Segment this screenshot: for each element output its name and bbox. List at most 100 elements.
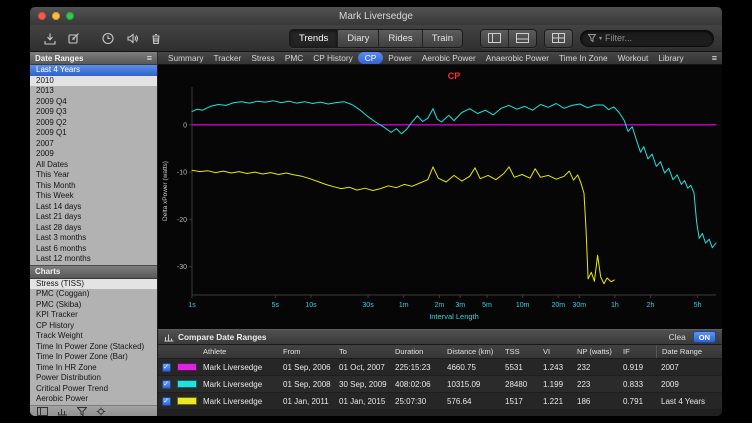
cp-chart[interactable]: 0-10-20-30Delta xPower (watts)1s5s10s30s… [158, 65, 722, 329]
view-tab-train[interactable]: Train [423, 30, 462, 47]
date-range-item[interactable]: 2009 Q3 [30, 107, 157, 118]
date-range-item[interactable]: Last 4 Years [30, 65, 157, 76]
distance-cell: 576.64 [444, 397, 502, 406]
date-range-item[interactable]: 2009 Q1 [30, 128, 157, 139]
chart-list-item[interactable]: PMC (Coggan) [30, 289, 157, 300]
date-range-item[interactable]: Last 3 months [30, 233, 157, 244]
tab-anaerobic-power[interactable]: Anaerobic Power [481, 52, 554, 64]
series-color-swatch [177, 397, 197, 405]
date-range-item[interactable]: 2009 Q2 [30, 118, 157, 129]
date-range-item[interactable]: Last 6 months [30, 244, 157, 255]
date-range-item[interactable]: 2010 [30, 76, 157, 87]
chart-tab-bar: SummaryTrackerStressPMCCP HistoryCPPower… [158, 52, 722, 65]
table-row[interactable]: ✓Mark Liversedge01 Sep, 200601 Oct, 2007… [158, 359, 722, 376]
compare-controls: Clea ON [669, 331, 716, 343]
date-range-item[interactable]: 2009 Q4 [30, 97, 157, 108]
checkbox-icon[interactable]: ✓ [162, 363, 171, 372]
tab-pmc[interactable]: PMC [280, 52, 308, 64]
filter-icon[interactable] [77, 407, 87, 416]
tab-summary[interactable]: Summary [163, 52, 209, 64]
x-tick-label: 3m [455, 302, 465, 309]
checkbox-icon[interactable]: ✓ [162, 397, 171, 406]
chart-list-item[interactable]: Aerobic Power [30, 394, 157, 405]
filter-funnel-icon [588, 34, 596, 42]
chart-list-item[interactable]: Track Weight [30, 331, 157, 342]
compose-button[interactable] [62, 29, 86, 48]
view-tab-diary[interactable]: Diary [338, 30, 379, 47]
date-range-item[interactable]: This Week [30, 191, 157, 202]
x-tick-label: 20m [551, 302, 565, 309]
distance-cell: 10315.09 [444, 380, 502, 389]
tile-switcher [544, 29, 573, 48]
cp-chart-canvas: 0-10-20-30Delta xPower (watts)1s5s10s30s… [158, 65, 722, 329]
checkbox-icon[interactable]: ✓ [162, 380, 171, 389]
if-cell: 0.833 [620, 380, 656, 389]
filter-field[interactable]: ▾ [580, 30, 714, 47]
date-range-item[interactable]: Last 12 months [30, 254, 157, 265]
tab-power[interactable]: Power [383, 52, 417, 64]
title-bar[interactable]: Mark Liversedge [30, 7, 722, 26]
minimize-window-button[interactable] [52, 12, 60, 20]
stack-view-button[interactable] [509, 30, 536, 47]
filter-input[interactable] [605, 33, 706, 43]
split-view-button[interactable] [481, 30, 509, 47]
compare-table-body: ✓Mark Liversedge01 Sep, 200601 Oct, 2007… [158, 359, 722, 410]
tab-aerobic-power[interactable]: Aerobic Power [417, 52, 481, 64]
delete-button[interactable] [144, 29, 168, 48]
table-row[interactable]: ✓Mark Liversedge01 Jan, 201101 Jan, 2015… [158, 393, 722, 410]
import-button[interactable] [38, 29, 62, 48]
duration-cell: 25:07:30 [392, 397, 444, 406]
chart-list-item[interactable]: KPI Tracker [30, 310, 157, 321]
toolbar-right-group: ▾ [480, 29, 714, 48]
view-tab-rides[interactable]: Rides [379, 30, 422, 47]
chart-list-item[interactable]: Time In HR Zone [30, 363, 157, 374]
np-cell: 223 [574, 380, 620, 389]
tabbar-menu-icon[interactable]: ≡ [712, 54, 717, 63]
view-tab-trends[interactable]: Trends [290, 30, 338, 47]
chart-list-item[interactable]: PMC (Skiba) [30, 300, 157, 311]
chart-icon[interactable] [57, 407, 68, 416]
tab-time-in-zone[interactable]: Time In Zone [554, 52, 613, 64]
view-switcher: TrendsDiaryRidesTrain [289, 29, 463, 48]
layout-icon[interactable] [37, 407, 48, 416]
x-tick-label: 10m [516, 302, 530, 309]
tab-library[interactable]: Library [653, 52, 688, 64]
charts-header[interactable]: Charts [30, 265, 157, 279]
date-range-item[interactable]: Last 28 days [30, 223, 157, 234]
tab-tracker[interactable]: Tracker [209, 52, 247, 64]
compose-icon [66, 31, 82, 46]
sidebar-bottom-toolbar [30, 405, 157, 417]
date-range-item[interactable]: 2009 [30, 149, 157, 160]
tab-cp[interactable]: CP [358, 52, 384, 64]
tab-cp-history[interactable]: CP History [308, 52, 358, 64]
tab-stress[interactable]: Stress [246, 52, 280, 64]
date-range-item[interactable]: This Month [30, 181, 157, 192]
tile-view-button[interactable] [545, 30, 572, 47]
chart-list-item[interactable]: Time In Power Zone (Stacked) [30, 342, 157, 353]
date-range-item[interactable]: Last 14 days [30, 202, 157, 213]
chart-list-item[interactable]: CP History [30, 321, 157, 332]
chart-list-item[interactable]: Stress (TISS) [30, 279, 157, 290]
date-ranges-header[interactable]: Date Ranges ≡ [30, 52, 158, 65]
date-range-item[interactable]: This Year [30, 170, 157, 181]
zoom-window-button[interactable] [66, 12, 74, 20]
date-range-item[interactable]: 2013 [30, 86, 157, 97]
menu-icon[interactable]: ≡ [147, 54, 152, 63]
schedule-button[interactable] [96, 29, 120, 48]
compare-on-toggle[interactable]: ON [693, 331, 716, 343]
charts-list: Stress (TISS)PMC (Coggan)PMC (Skiba)KPI … [30, 279, 157, 405]
tab-workout[interactable]: Workout [613, 52, 654, 64]
chart-list-item[interactable]: Critical Power Trend [30, 384, 157, 395]
audio-button[interactable] [120, 29, 144, 48]
clear-button[interactable]: Clea [669, 332, 686, 342]
gear-icon[interactable] [96, 407, 106, 416]
chart-list-item[interactable]: Time In Power Zone (Bar) [30, 352, 157, 363]
date-range-item[interactable]: All Dates [30, 160, 157, 171]
date-range-item[interactable]: 2007 [30, 139, 157, 150]
date-range-item[interactable]: Last 21 days [30, 212, 157, 223]
app-window: Mark Liversedge [30, 7, 722, 416]
close-window-button[interactable] [38, 12, 46, 20]
chart-list-item[interactable]: Power Distribution [30, 373, 157, 384]
table-row[interactable]: ✓Mark Liversedge01 Sep, 200830 Sep, 2009… [158, 376, 722, 393]
row-checkbox-cell: ✓ [158, 397, 174, 406]
